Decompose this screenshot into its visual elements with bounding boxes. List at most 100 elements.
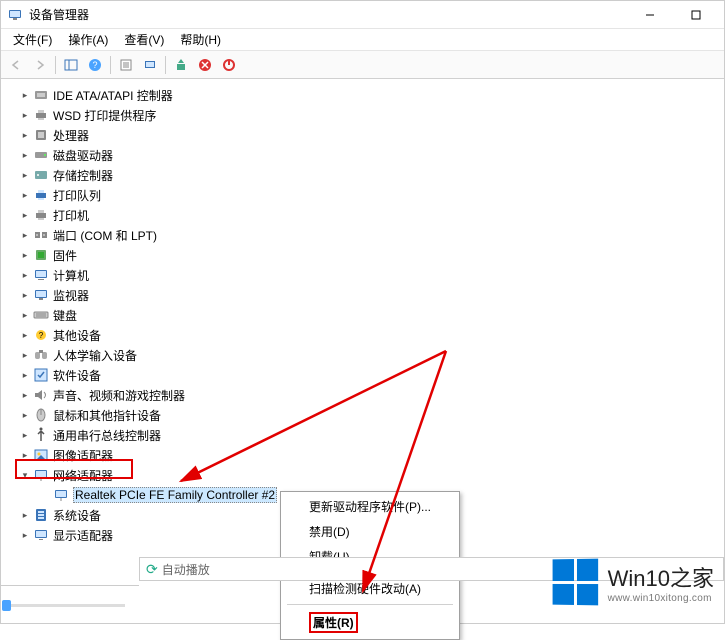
forward-button[interactable] [29,54,51,76]
tree-item[interactable]: ▸打印队列 [5,185,724,205]
ctx-properties-label: 属性(R) [309,612,358,633]
chevron-right-icon[interactable]: ▸ [19,249,31,261]
slider-knob[interactable] [2,600,11,611]
ctx-update-driver[interactable]: 更新驱动程序软件(P)... [283,494,457,519]
chevron-right-icon[interactable]: ▸ [19,369,31,381]
chevron-down-icon[interactable]: ▾ [19,469,31,481]
sound-icon [33,387,49,403]
tree-item[interactable]: ▸磁盘驱动器 [5,145,724,165]
title-bar: 设备管理器 [1,1,724,29]
tree-item-label: 其他设备 [53,327,101,344]
tree-item[interactable]: ▸ 计算机 [5,265,724,285]
tree-item[interactable]: ▸ 通用串行总线控制器 [5,425,724,445]
chevron-right-icon[interactable]: ▸ [19,189,31,201]
tree-item[interactable]: ▸存储控制器 [5,165,724,185]
menu-help[interactable]: 帮助(H) [172,29,229,50]
tree-item[interactable]: ▸ 人体学输入设备 [5,345,724,365]
uninstall-button[interactable] [194,54,216,76]
tree-item[interactable]: ▸WSD 打印提供程序 [5,105,724,125]
tree-item-label: 图像适配器 [53,447,113,464]
hid-icon [33,347,49,363]
chevron-right-icon[interactable]: ▸ [19,409,31,421]
watermark-title: Win10之家 [608,561,714,593]
tree-item[interactable]: ▸IDE ATA/ATAPI 控制器 [5,85,724,105]
tree-item[interactable]: ▸固件 [5,245,724,265]
toolbar-separator [165,56,166,74]
tree-item[interactable]: ▸ 声音、视频和游戏控制器 [5,385,724,405]
chevron-right-icon[interactable]: ▸ [19,209,31,221]
tree-item[interactable]: ▸ 处理器 [5,125,724,145]
toolbar-separator [110,56,111,74]
chevron-right-icon[interactable]: ▸ [19,349,31,361]
update-driver-button[interactable] [170,54,192,76]
chevron-right-icon[interactable]: ▸ [19,269,31,281]
tree-item-label: 计算机 [53,267,89,284]
help-button[interactable]: ? [84,54,106,76]
chevron-right-icon[interactable]: ▸ [19,109,31,121]
port-icon [33,227,49,243]
menu-file[interactable]: 文件(F) [5,29,60,50]
tree-item-label: 系统设备 [53,507,101,524]
tree-item-label: 端口 (COM 和 LPT) [53,227,157,244]
chevron-right-icon[interactable]: ▸ [19,449,31,461]
software-icon [33,367,49,383]
properties-button[interactable] [115,54,137,76]
tree-item-label: 人体学输入设备 [53,347,137,364]
tree-item-label: 打印机 [53,207,89,224]
tree-item[interactable]: ▸ 鼠标和其他指针设备 [5,405,724,425]
usb-icon [33,427,49,443]
tree-item-label: 鼠标和其他指针设备 [53,407,161,424]
chevron-right-icon[interactable]: ▸ [19,429,31,441]
tree-item[interactable]: ▸?其他设备 [5,325,724,345]
windows-logo-icon [552,559,598,606]
svg-text:?: ? [92,60,97,70]
tree-item-label: 显示适配器 [53,527,113,544]
network-icon [33,467,49,483]
tree-item[interactable]: ▸键盘 [5,305,724,325]
controller-icon [33,87,49,103]
secondary-panel [1,585,139,621]
ctx-properties[interactable]: 属性(R) [283,608,457,637]
minimize-button[interactable] [628,1,672,29]
watermark-url: www.win10xitong.com [608,593,714,604]
tree-item[interactable]: ▾网络适配器 [5,465,724,485]
selected-device-label: Realtek PCIe FE Family Controller #2 [73,487,277,503]
chevron-right-icon[interactable]: ▸ [19,169,31,181]
chevron-right-icon[interactable]: ▸ [19,329,31,341]
monitor-icon [33,287,49,303]
chevron-right-icon[interactable]: ▸ [19,149,31,161]
chevron-right-icon[interactable]: ▸ [19,529,31,541]
tree-item[interactable]: ▸ 打印机 [5,205,724,225]
chevron-right-icon[interactable]: ▸ [19,89,31,101]
back-button[interactable] [5,54,27,76]
chevron-right-icon[interactable]: ▸ [19,309,31,321]
chevron-right-icon[interactable]: ▸ [19,289,31,301]
chevron-right-icon[interactable]: ▸ [19,229,31,241]
chevron-right-icon[interactable]: ▸ [19,389,31,401]
disk-icon [33,147,49,163]
tree-item[interactable]: ▸ 端口 (COM 和 LPT) [5,225,724,245]
image-icon [33,447,49,463]
menu-view[interactable]: 查看(V) [116,29,172,50]
tree-item-label: 通用串行总线控制器 [53,427,161,444]
tree-item[interactable]: ▸ 图像适配器 [5,445,724,465]
chevron-right-icon[interactable]: ▸ [19,129,31,141]
system-icon [33,507,49,523]
tree-item[interactable]: ▸监视器 [5,285,724,305]
ctx-disable[interactable]: 禁用(D) [283,519,457,544]
chevron-right-icon[interactable]: ▸ [19,509,31,521]
tree-item[interactable]: ▸软件设备 [5,365,724,385]
tree-item-label: 处理器 [53,127,89,144]
scan-hardware-button[interactable] [139,54,161,76]
show-hide-console-tree-button[interactable] [60,54,82,76]
autoplay-label: 自动播放 [162,561,210,578]
menu-action[interactable]: 操作(A) [60,29,116,50]
tree-item-label: 声音、视频和游戏控制器 [53,387,185,404]
network-adapter-icon [53,487,69,503]
disable-button[interactable] [218,54,240,76]
storage-icon [33,167,49,183]
window-title: 设备管理器 [29,6,628,23]
display-icon [33,527,49,543]
slider-track[interactable] [5,604,125,607]
maximize-button[interactable] [674,1,718,29]
